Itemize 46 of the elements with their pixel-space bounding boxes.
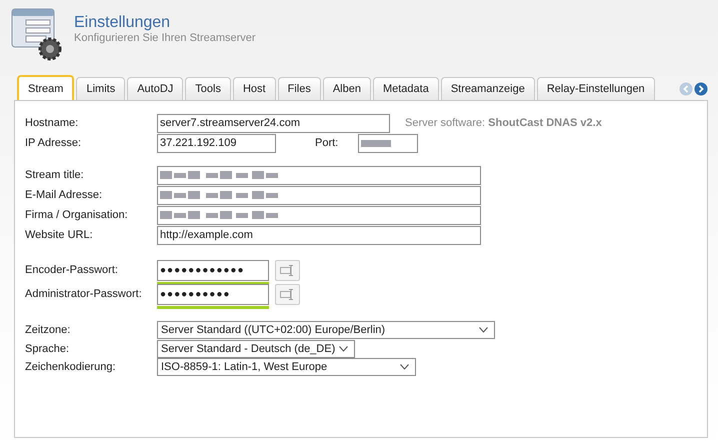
tab[interactable]: AutoDJ	[127, 77, 184, 100]
tab[interactable]: Alben	[322, 77, 371, 100]
field-label: Sprache:	[25, 343, 70, 355]
password-field[interactable]: ●●●●●●●●●●	[157, 284, 269, 305]
tab[interactable]: Streamanzeige	[440, 77, 535, 100]
settings-form-icon	[10, 7, 64, 63]
input-field[interactable]	[157, 166, 481, 184]
field-label: Port:	[315, 137, 340, 149]
field-label: Zeichenkodierung:	[25, 361, 117, 373]
dropdown[interactable]: Server Standard ((UTC+02:00) Europe/Berlin)	[157, 321, 495, 339]
password-field[interactable]: ●●●●●●●●●●●●	[157, 260, 269, 281]
tab[interactable]: Metadata	[372, 77, 439, 100]
chevron-down-icon	[479, 327, 488, 333]
field-label: Administrator-Passwort:	[25, 287, 143, 300]
field-label: Hostname:	[25, 117, 80, 129]
field-label: Zeitzone:	[25, 324, 72, 336]
field-label: Encoder-Passwort:	[25, 263, 119, 276]
dropdown[interactable]: ISO-8859-1: Latin-1, West Europe	[157, 358, 416, 376]
server-software-text: Server software: ShoutCast DNAS v2.x	[405, 117, 602, 129]
tab[interactable]: Host	[232, 77, 276, 100]
field-label: E-Mail Adresse:	[25, 189, 104, 201]
tab[interactable]: Stream	[17, 75, 74, 100]
input-field[interactable]	[157, 186, 481, 204]
field-label: Firma / Organisation:	[25, 209, 129, 221]
field-label: Stream title:	[25, 169, 85, 181]
input-field[interactable]: http://example.com	[157, 226, 481, 244]
input-field[interactable]: server7.streamserver24.com	[157, 114, 390, 132]
input-field[interactable]	[157, 206, 481, 224]
chevron-down-icon	[400, 364, 409, 370]
tab[interactable]: Limits	[76, 77, 126, 100]
text-field-icon	[280, 265, 295, 276]
show-text-button[interactable]	[275, 284, 300, 305]
text-field-icon	[280, 289, 295, 300]
page-title: Einstellungen	[74, 14, 172, 32]
chevron-down-icon	[339, 346, 348, 352]
field-label: Website URL:	[25, 229, 94, 241]
page-subtitle: Konfigurieren Sie Ihren Streamserver	[74, 32, 256, 44]
tab[interactable]: Files	[278, 77, 321, 100]
dropdown[interactable]: Server Standard - Deutsch (de_DE)	[157, 340, 355, 358]
tab[interactable]: Relay-Einstellungen	[536, 77, 655, 100]
field-label: IP Adresse:	[25, 137, 82, 149]
show-text-button[interactable]	[275, 260, 300, 281]
blurred-text-drawing	[361, 138, 391, 148]
input-field[interactable]: 37.221.192.109	[157, 134, 276, 152]
tab[interactable]: Tools	[185, 77, 231, 100]
input-field[interactable]	[358, 134, 418, 152]
